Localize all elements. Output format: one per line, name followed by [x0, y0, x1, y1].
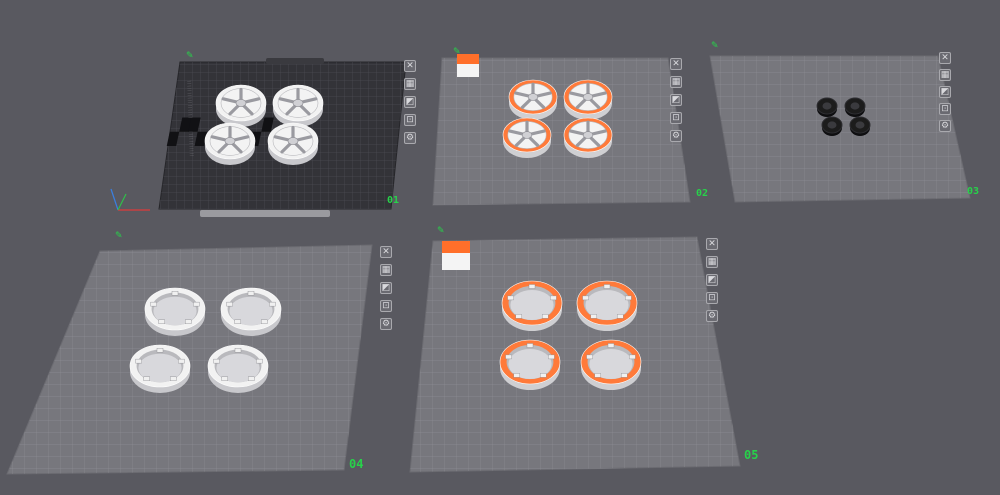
orient-icon[interactable]: ◩	[380, 282, 392, 294]
edit-plate-name-icon[interactable]: ✎	[711, 42, 719, 51]
wheel-part[interactable]	[220, 287, 282, 336]
plate-number: 04	[349, 457, 364, 471]
plate-toolbar: ✕ ▦ ◩ ⊡ ⚙	[380, 246, 392, 330]
arrange-icon[interactable]: ▦	[706, 256, 718, 268]
orient-icon[interactable]: ◩	[939, 86, 951, 98]
settings-icon[interactable]: ⚙	[404, 132, 416, 144]
arrange-icon[interactable]: ▦	[404, 78, 416, 90]
orient-icon[interactable]: ◩	[670, 94, 682, 106]
wheel-part[interactable]	[499, 339, 561, 390]
close-icon[interactable]: ✕	[404, 60, 416, 72]
wheel-part[interactable]	[576, 280, 638, 331]
filament-swatch	[457, 54, 479, 77]
orient-icon[interactable]: ◩	[706, 274, 718, 286]
axis-gizmo	[110, 188, 150, 211]
wheel-part[interactable]	[207, 344, 269, 393]
arrange-icon[interactable]: ▦	[670, 76, 682, 88]
wheel-part[interactable]	[129, 344, 191, 393]
lock-icon[interactable]: ⊡	[939, 103, 951, 115]
close-icon[interactable]: ✕	[380, 246, 392, 258]
wheel-part[interactable]	[844, 97, 866, 117]
arrange-icon[interactable]: ▦	[939, 69, 951, 81]
edit-plate-name-icon[interactable]: ✎	[437, 227, 445, 236]
settings-icon[interactable]: ⚙	[380, 318, 392, 330]
plate-02[interactable]	[432, 54, 691, 206]
lock-icon[interactable]: ⊡	[670, 112, 682, 124]
edit-plate-name-icon[interactable]: ✎	[453, 48, 461, 57]
arrange-icon[interactable]: ▦	[380, 264, 392, 276]
orient-icon[interactable]: ◩	[404, 96, 416, 108]
wheel-part[interactable]	[215, 84, 267, 127]
wheel-part[interactable]	[816, 97, 838, 117]
wheel-part[interactable]	[502, 117, 552, 158]
plate-toolbar: ✕ ▦ ◩ ⊡ ⚙	[670, 58, 682, 142]
settings-icon[interactable]: ⚙	[670, 130, 682, 142]
plate-handle	[266, 58, 324, 64]
wheel-part[interactable]	[204, 122, 256, 165]
wheel-part[interactable]	[563, 79, 613, 120]
wheel-part[interactable]	[272, 84, 324, 127]
settings-icon[interactable]: ⚙	[706, 310, 718, 322]
lock-icon[interactable]: ⊡	[404, 114, 416, 126]
plate-number: 01	[387, 195, 400, 206]
plate-label-strip	[200, 210, 330, 217]
plate-toolbar: ✕ ▦ ◩ ⊡ ⚙	[404, 60, 416, 144]
plate-toolbar: ✕ ▦ ◩ ⊡ ⚙	[706, 238, 718, 322]
wheel-part[interactable]	[267, 122, 319, 165]
wheel-part[interactable]	[849, 116, 871, 136]
edit-plate-name-icon[interactable]: ✎	[186, 52, 194, 61]
wheel-part[interactable]	[563, 117, 613, 158]
plate-number: 05	[744, 448, 759, 462]
plate-04[interactable]	[6, 244, 373, 475]
build-plate-scene: |||||||||||||||||||||||||||||||| ▞▚ ▞▚▞	[6, 54, 971, 475]
wheel-part[interactable]	[508, 79, 558, 120]
filament-swatch	[442, 241, 470, 270]
close-icon[interactable]: ✕	[939, 52, 951, 64]
plate-toolbar: ✕ ▦ ◩ ⊡ ⚙	[939, 52, 951, 132]
lock-icon[interactable]: ⊡	[706, 292, 718, 304]
close-icon[interactable]: ✕	[670, 58, 682, 70]
plate-05[interactable]	[409, 236, 741, 473]
close-icon[interactable]: ✕	[706, 238, 718, 250]
settings-icon[interactable]: ⚙	[939, 120, 951, 132]
plate-number: 02	[696, 188, 709, 199]
lock-icon[interactable]: ⊡	[380, 300, 392, 312]
plate-number: 03	[967, 186, 980, 197]
edit-plate-name-icon[interactable]: ✎	[115, 232, 123, 241]
wheel-part[interactable]	[501, 280, 563, 331]
plate-01[interactable]: |||||||||||||||||||||||||||||||| ▞▚ ▞▚▞	[110, 58, 407, 217]
wheel-part[interactable]	[821, 116, 843, 136]
wheel-part[interactable]	[144, 287, 206, 336]
wheel-part[interactable]	[580, 339, 642, 390]
